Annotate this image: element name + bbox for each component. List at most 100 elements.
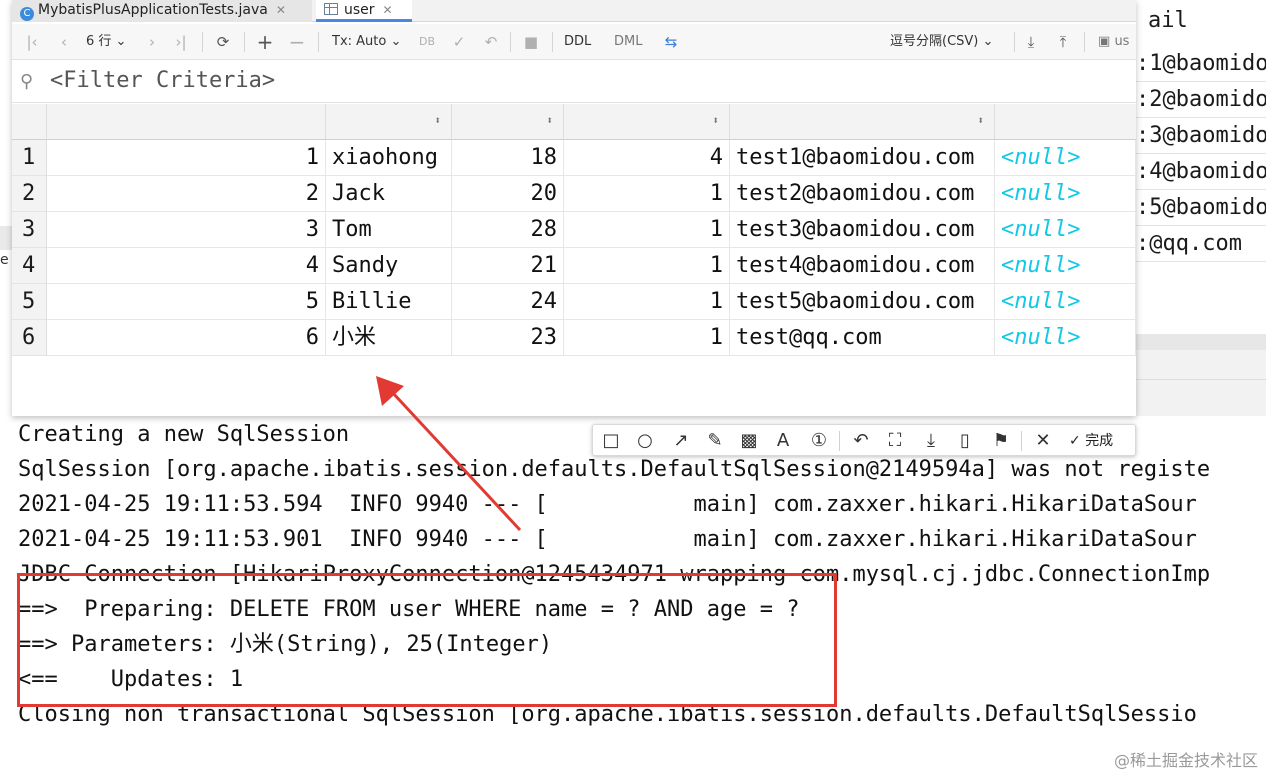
previous-page-icon[interactable]: ‹	[54, 30, 74, 54]
close-icon[interactable]: ✕	[1031, 429, 1055, 453]
cell-create-time[interactable]: <null>	[995, 248, 1136, 284]
sort-icon[interactable]: ⬍	[977, 104, 984, 138]
download-icon[interactable]: ⤓	[1020, 30, 1042, 54]
filter-bar[interactable]: ⚲ <Filter Criteria>	[12, 61, 1136, 103]
pin-icon[interactable]: ⚑	[989, 429, 1013, 453]
pen-tool-icon[interactable]: ✎	[703, 429, 727, 453]
cell-name[interactable]: xiaohong	[326, 140, 452, 176]
rows-count-label: 6 行	[86, 34, 112, 49]
column-header-email[interactable]: email⬍	[730, 104, 995, 140]
sort-icon[interactable]: ⬍	[434, 104, 441, 138]
transaction-mode-label: Tx: Auto	[332, 34, 387, 49]
cell-version[interactable]: 1	[564, 284, 730, 320]
mosaic-tool-icon[interactable]: ▩	[737, 429, 761, 453]
toolbar-separator	[1014, 32, 1015, 52]
tab-user-table[interactable]: user ✕	[316, 0, 412, 22]
done-button[interactable]: ✓ 完成	[1069, 429, 1113, 453]
ddl-button[interactable]: DDL	[564, 30, 591, 54]
ellipse-tool-icon[interactable]: ○	[633, 429, 657, 453]
first-page-icon[interactable]: |‹	[22, 30, 42, 54]
column-header-version[interactable]: version⬍	[564, 104, 730, 140]
cell-name[interactable]: Sandy	[326, 248, 452, 284]
stop-icon[interactable]: ■	[520, 30, 542, 54]
console-line: 2021-04-25 19:11:53.901 INFO 9940 --- [ …	[18, 527, 1197, 552]
cell-age[interactable]: 18	[452, 140, 564, 176]
upload-icon[interactable]: ⤒	[1052, 30, 1074, 54]
column-header-name[interactable]: name⬍	[326, 104, 452, 140]
toolbar-separator	[1021, 431, 1022, 451]
cell-create-time[interactable]: <null>	[995, 320, 1136, 356]
remove-row-icon[interactable]: −	[286, 30, 308, 54]
cell-email[interactable]: test1@baomidou.com	[730, 140, 995, 176]
column-header-id[interactable]: ⚿id ▲ 1	[47, 104, 326, 140]
crop-icon[interactable]: ⛶	[883, 429, 907, 453]
console-line: Closing non transactional SqlSession [or…	[18, 702, 1197, 727]
refresh-icon[interactable]: ⟳	[212, 30, 234, 54]
row-number-header	[12, 104, 47, 140]
datasource-selector[interactable]: ▣ us	[1098, 30, 1129, 54]
compare-icon[interactable]: ⇆	[660, 30, 682, 54]
cell-id[interactable]: 6	[47, 320, 326, 356]
column-header-create-time[interactable]: create_t	[995, 104, 1136, 140]
sort-icon[interactable]: ⬍	[546, 104, 553, 138]
cell-id[interactable]: 2	[47, 176, 326, 212]
rollback-icon[interactable]: ↶	[480, 30, 502, 54]
cell-name[interactable]: Tom	[326, 212, 452, 248]
cell-age[interactable]: 23	[452, 320, 564, 356]
sort-icon[interactable]: ⬍	[712, 104, 719, 138]
cell-email[interactable]: test5@baomidou.com	[730, 284, 995, 320]
rectangle-tool-icon[interactable]: □	[599, 429, 623, 453]
cell-id[interactable]: 1	[47, 140, 326, 176]
dml-button[interactable]: DML	[614, 30, 642, 54]
column-header-age[interactable]: age⬍	[452, 104, 564, 140]
cell-id[interactable]: 3	[47, 212, 326, 248]
cell-version[interactable]: 4	[564, 140, 730, 176]
close-icon[interactable]: ✕	[383, 3, 393, 17]
next-page-icon[interactable]: ›	[142, 30, 162, 54]
cell-version[interactable]: 1	[564, 176, 730, 212]
cell-age[interactable]: 21	[452, 248, 564, 284]
tab-mybatis-tests[interactable]: C MybatisPlusApplicationTests.java ✕	[12, 0, 312, 22]
phone-icon[interactable]: ▯	[953, 429, 977, 453]
cell-age[interactable]: 28	[452, 212, 564, 248]
toolbar-separator	[1084, 32, 1085, 52]
add-row-icon[interactable]: +	[254, 30, 276, 54]
transaction-mode-dropdown[interactable]: Tx: Auto ⌄	[332, 30, 401, 54]
commit-icon[interactable]: ✓	[448, 30, 470, 54]
cell-name[interactable]: Jack	[326, 176, 452, 212]
cell-create-time[interactable]: <null>	[995, 176, 1136, 212]
cell-create-time[interactable]: <null>	[995, 212, 1136, 248]
row-number: 2	[12, 176, 47, 212]
background-divider	[1136, 334, 1266, 350]
console-line: JDBC Connection [HikariProxyConnection@1…	[18, 562, 1211, 587]
close-icon[interactable]: ✕	[276, 3, 286, 17]
cell-id[interactable]: 4	[47, 248, 326, 284]
cell-version[interactable]: 1	[564, 248, 730, 284]
cell-create-time[interactable]: <null>	[995, 284, 1136, 320]
cell-email[interactable]: test2@baomidou.com	[730, 176, 995, 212]
row-number: 5	[12, 284, 47, 320]
cell-email[interactable]: test@qq.com	[730, 320, 995, 356]
cell-create-time[interactable]: <null>	[995, 140, 1136, 176]
rows-count-dropdown[interactable]: 6 行 ⌄	[86, 30, 126, 54]
save-icon[interactable]: ⤓	[919, 429, 943, 453]
cell-name[interactable]: 小米	[326, 320, 452, 356]
filter-criteria-input[interactable]: <Filter Criteria>	[50, 68, 275, 93]
database-icon[interactable]: DB	[416, 30, 438, 54]
number-tool-icon[interactable]: ①	[807, 429, 831, 453]
cell-email[interactable]: test4@baomidou.com	[730, 248, 995, 284]
row-number: 3	[12, 212, 47, 248]
arrow-tool-icon[interactable]: ↗	[669, 429, 693, 453]
export-format-dropdown[interactable]: 逗号分隔(CSV) ⌄	[890, 30, 993, 54]
cell-id[interactable]: 5	[47, 284, 326, 320]
cell-age[interactable]: 20	[452, 176, 564, 212]
cell-version[interactable]: 1	[564, 212, 730, 248]
cell-email[interactable]: test3@baomidou.com	[730, 212, 995, 248]
last-page-icon[interactable]: ›|	[170, 30, 192, 54]
cell-age[interactable]: 24	[452, 284, 564, 320]
datasource-icon: ▣	[1098, 34, 1111, 49]
text-tool-icon[interactable]: A	[771, 429, 795, 453]
cell-name[interactable]: Billie	[326, 284, 452, 320]
cell-version[interactable]: 1	[564, 320, 730, 356]
undo-icon[interactable]: ↶	[849, 429, 873, 453]
